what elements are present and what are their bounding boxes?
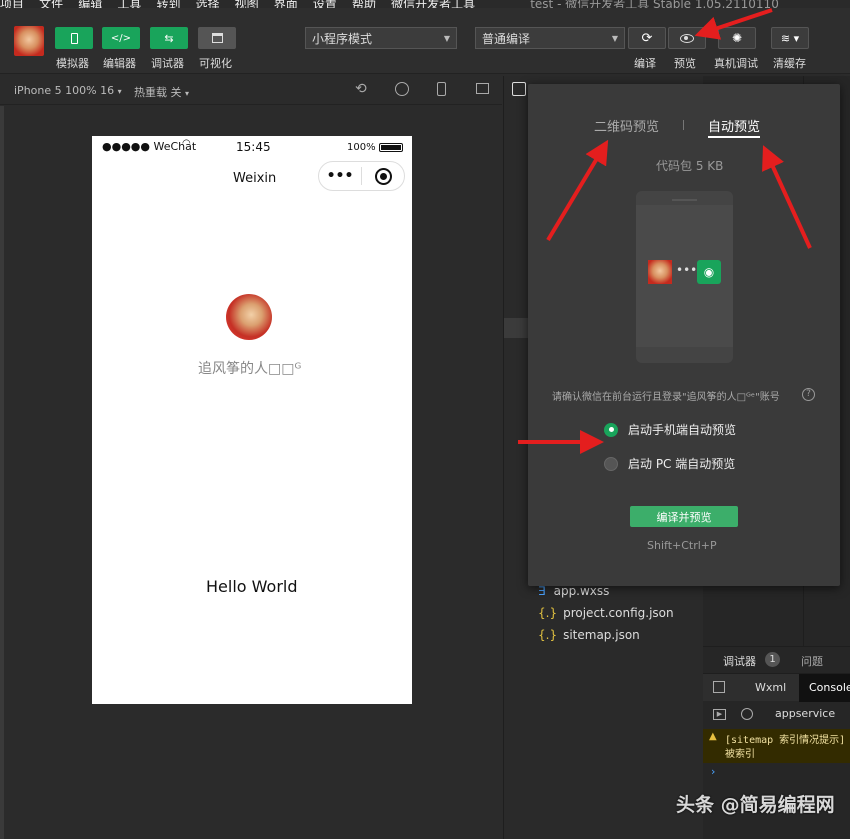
annotation-arrows — [518, 8, 812, 454]
arrow-to-auto-tab — [762, 145, 812, 249]
arrow-to-preview — [694, 8, 773, 40]
arrow-to-qrcode-tab — [546, 139, 609, 242]
